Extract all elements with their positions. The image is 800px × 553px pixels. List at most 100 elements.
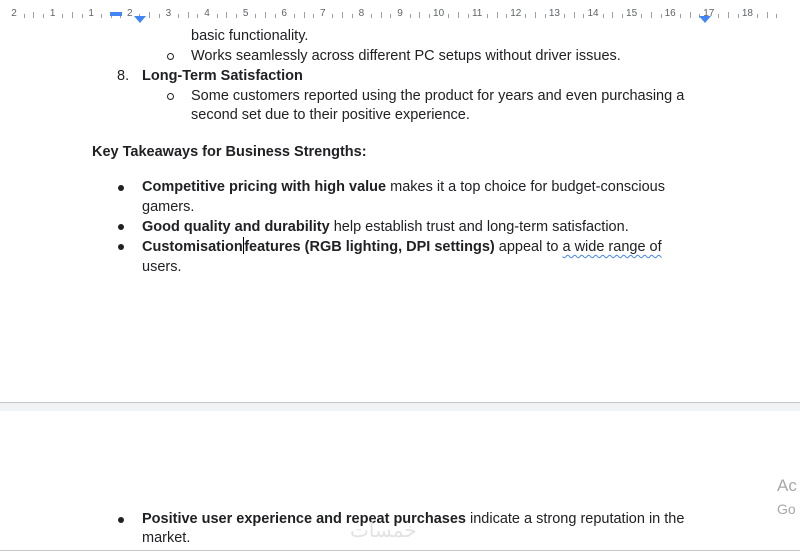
ruler-tick bbox=[380, 12, 382, 18]
ruler-tick bbox=[602, 14, 604, 18]
ruler-number: 6 bbox=[281, 8, 287, 19]
horizontal-ruler[interactable]: 2 1 1 2 3 4 5 6 7 8 9 10 11 12 13 14 15 16 17 18 bbox=[0, 0, 800, 25]
bold-text: Good quality and durability bbox=[142, 219, 330, 235]
ruler-tick bbox=[506, 14, 508, 18]
page-bottom-edge bbox=[0, 550, 800, 551]
ruler-tick bbox=[264, 12, 266, 18]
ruler-number: 12 bbox=[510, 8, 522, 19]
list-item: Good quality and durability help establi… bbox=[142, 218, 629, 237]
ruler-tick bbox=[737, 14, 739, 18]
ruler-number: 11 bbox=[471, 8, 483, 19]
ruler-tick bbox=[776, 14, 778, 18]
ruler-number: 1 bbox=[88, 8, 94, 19]
list-number: 8. bbox=[117, 68, 130, 84]
watermark-logo: خمسات bbox=[350, 520, 417, 542]
activate-windows-text: Ac bbox=[777, 476, 797, 495]
right-indent-marker[interactable] bbox=[699, 16, 711, 23]
ruler-tick bbox=[71, 12, 73, 18]
ruler-tick bbox=[419, 12, 421, 18]
list-item-continuation: second set due to their positive experie… bbox=[191, 107, 470, 123]
ruler-tick bbox=[81, 14, 83, 18]
bold-text: Positive user experience and repeat purc… bbox=[142, 511, 466, 527]
ruler-number: 4 bbox=[204, 8, 210, 19]
list-item-title: Long-Term Satisfaction bbox=[142, 68, 303, 84]
ruler-tick bbox=[573, 12, 575, 18]
ruler-tick bbox=[178, 14, 180, 18]
list-item-continuation: users. bbox=[142, 259, 182, 275]
ruler-tick bbox=[332, 14, 334, 18]
ruler-tick bbox=[187, 12, 189, 18]
bullet-icon bbox=[118, 224, 124, 230]
bullet-icon bbox=[118, 517, 124, 523]
list-item: Works seamlessly across different PC set… bbox=[191, 48, 621, 64]
ruler-tick bbox=[158, 14, 160, 18]
ruler-tick bbox=[564, 14, 566, 18]
list-item-continuation: gamers. bbox=[142, 199, 195, 215]
list-item-continuation: market. bbox=[142, 530, 191, 546]
ruler-tick bbox=[486, 14, 488, 18]
ruler-tick bbox=[226, 12, 228, 18]
ruler-number: 10 bbox=[433, 8, 445, 19]
bold-text: features (RGB lighting, DPI settings) bbox=[244, 239, 495, 255]
ruler-tick bbox=[641, 14, 643, 18]
text-span: makes it a top choice for budget-conscio… bbox=[386, 179, 665, 195]
ruler-tick bbox=[23, 14, 25, 18]
ruler-tick bbox=[293, 14, 295, 18]
ruler-tick bbox=[728, 12, 730, 18]
ruler-number: 7 bbox=[320, 8, 326, 19]
ruler-tick bbox=[390, 14, 392, 18]
text-span: help establish trust and long-term satis… bbox=[329, 219, 629, 235]
ruler-number: 13 bbox=[548, 8, 560, 19]
ruler-tick bbox=[621, 14, 623, 18]
ruler-tick bbox=[535, 12, 537, 18]
text-span: indicate a strong reputation in the bbox=[465, 511, 685, 527]
ruler-tick bbox=[100, 14, 102, 18]
bullet-icon bbox=[118, 244, 124, 250]
ruler-number: 15 bbox=[626, 8, 638, 19]
ruler-tick bbox=[650, 12, 652, 18]
ruler-tick bbox=[255, 14, 257, 18]
ruler-number: 5 bbox=[242, 8, 249, 19]
text-line: basic functionality. bbox=[191, 28, 309, 44]
ruler-tick bbox=[757, 14, 759, 18]
ruler-tick bbox=[409, 14, 411, 18]
ruler-number: 16 bbox=[664, 8, 676, 19]
ruler-tick bbox=[149, 12, 151, 18]
left-indent-marker[interactable] bbox=[134, 16, 146, 23]
ruler-tick bbox=[496, 12, 498, 18]
first-line-indent-marker[interactable] bbox=[110, 12, 122, 16]
ruler-tick bbox=[457, 12, 459, 18]
text-span: appeal to bbox=[494, 239, 563, 255]
document-page[interactable]: basic functionality. Works seamlessly ac… bbox=[0, 24, 800, 402]
ruler-tick bbox=[467, 14, 469, 18]
ruler-tick bbox=[313, 14, 315, 18]
ruler-tick bbox=[718, 14, 720, 18]
ruler-tick bbox=[235, 14, 237, 18]
bold-text: Competitive pricing with high value bbox=[142, 179, 387, 195]
ruler-tick bbox=[33, 12, 35, 18]
ruler-number: 2 bbox=[11, 8, 17, 19]
ruler-tick bbox=[525, 14, 527, 18]
list-item: Some customers reported using the produc… bbox=[191, 88, 685, 104]
ruler-tick bbox=[342, 12, 344, 18]
ruler-number: 8 bbox=[358, 8, 365, 19]
ruler-tick bbox=[351, 14, 353, 18]
activate-windows-subtext: Go bbox=[777, 501, 796, 517]
ruler-tick bbox=[428, 14, 430, 18]
spellcheck-suggestion[interactable]: a wide range of bbox=[562, 239, 661, 255]
ruler-tick bbox=[62, 14, 64, 18]
ruler-tick bbox=[42, 14, 44, 18]
ruler-tick bbox=[583, 14, 585, 18]
ruler-tick bbox=[766, 12, 768, 18]
ruler-tick bbox=[544, 14, 546, 18]
ruler-tick bbox=[660, 14, 662, 18]
ruler-tick bbox=[371, 14, 373, 18]
ruler-number: 14 bbox=[587, 8, 599, 19]
ruler-number: 3 bbox=[165, 8, 172, 19]
ruler-tick bbox=[303, 12, 305, 18]
hollow-bullet-icon bbox=[167, 53, 174, 60]
ruler-number: 18 bbox=[741, 8, 753, 19]
ruler-tick bbox=[612, 12, 614, 18]
section-heading: Key Takeaways for Business Strengths: bbox=[92, 144, 367, 160]
ruler-tick bbox=[689, 12, 691, 18]
